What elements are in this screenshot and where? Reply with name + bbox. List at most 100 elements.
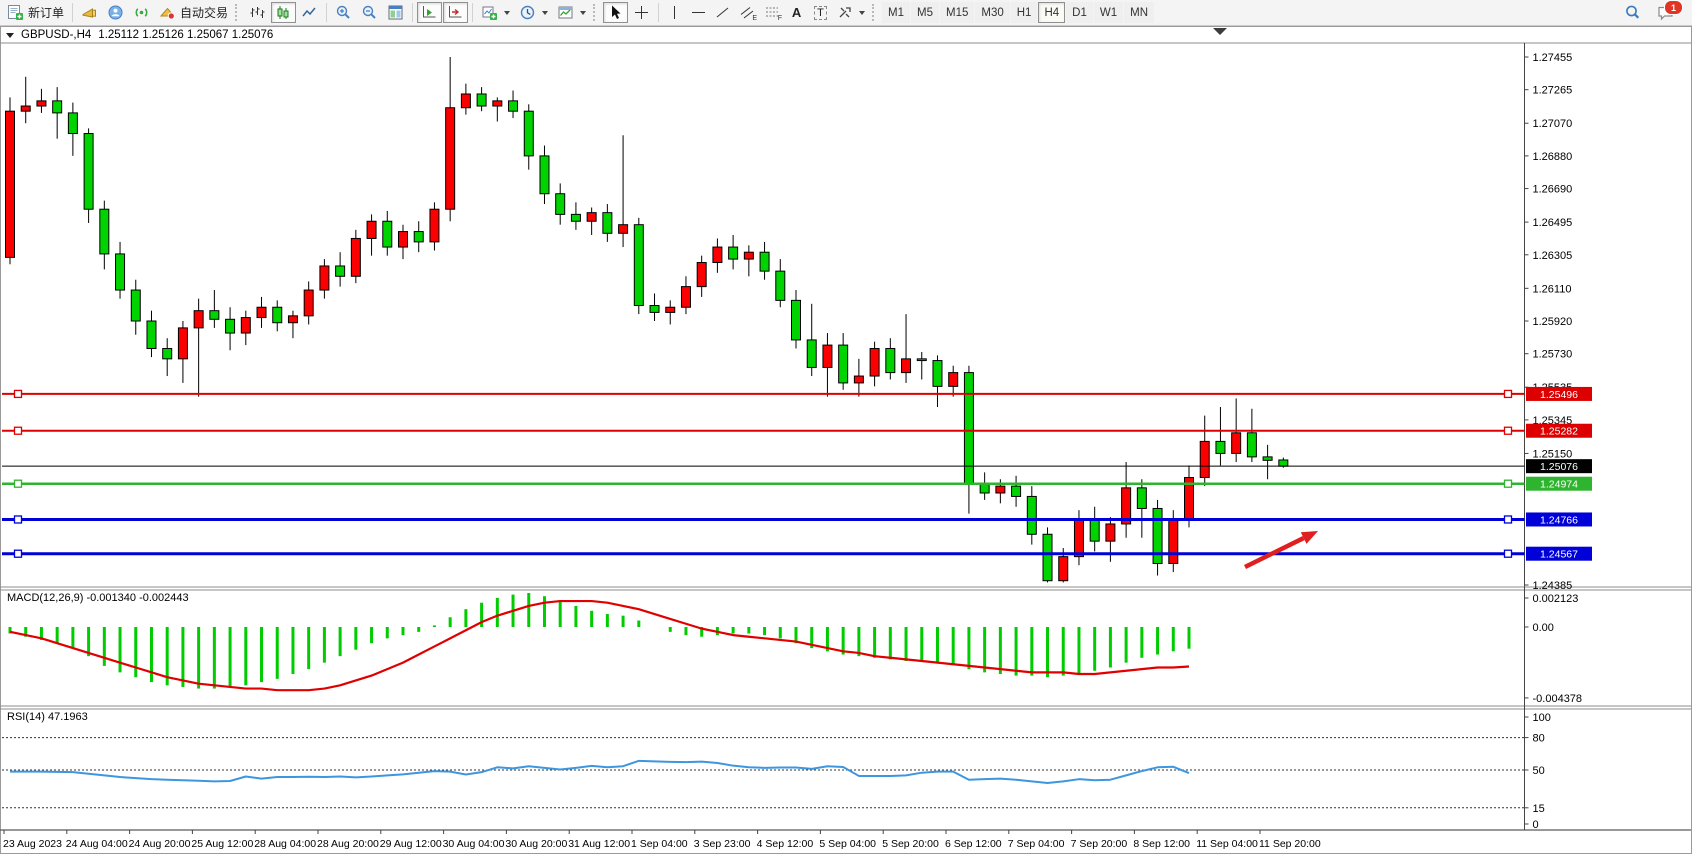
svg-text:30 Aug 20:00: 30 Aug 20:00 bbox=[505, 838, 567, 850]
svg-text:6 Sep 12:00: 6 Sep 12:00 bbox=[945, 838, 1002, 850]
svg-text:5 Sep 04:00: 5 Sep 04:00 bbox=[819, 838, 876, 850]
tab-timeframe-mn[interactable]: MN bbox=[1124, 2, 1154, 23]
rsi-line bbox=[10, 761, 1189, 783]
community-icon bbox=[107, 4, 124, 21]
svg-text:1.25150: 1.25150 bbox=[1533, 448, 1573, 460]
auto-trading-icon bbox=[159, 4, 176, 21]
community-button[interactable] bbox=[103, 2, 128, 23]
separator bbox=[472, 3, 473, 22]
svg-text:4 Sep 12:00: 4 Sep 12:00 bbox=[757, 838, 814, 850]
tab-timeframe-m15[interactable]: M15 bbox=[940, 2, 974, 23]
pane-borders bbox=[0, 43, 1691, 830]
trendline-icon bbox=[715, 4, 730, 21]
tab-timeframe-d1[interactable]: D1 bbox=[1066, 2, 1093, 23]
bar-chart-button[interactable] bbox=[245, 2, 270, 23]
chart-ohlc-quote: 1.25112 1.25126 1.25067 1.25076 bbox=[98, 29, 273, 41]
rsi-indicator-label: RSI(14) 47.1963 bbox=[7, 711, 88, 723]
svg-text:0: 0 bbox=[1533, 819, 1539, 831]
dropdown-caret-icon bbox=[580, 11, 586, 15]
time-axis: 23 Aug 202324 Aug 04:0024 Aug 20:0025 Au… bbox=[3, 830, 1321, 850]
text-label-tool-button[interactable]: T bbox=[809, 2, 832, 23]
svg-text:5 Sep 20:00: 5 Sep 20:00 bbox=[882, 838, 939, 850]
svg-text:24 Aug 04:00: 24 Aug 04:00 bbox=[66, 838, 128, 850]
auto-scroll-icon bbox=[421, 4, 438, 21]
dropdown-caret-icon bbox=[859, 11, 865, 15]
text-tool-icon: A bbox=[792, 5, 801, 20]
candles bbox=[6, 57, 1288, 582]
text-tool-button[interactable]: A bbox=[785, 2, 808, 23]
svg-text:25 Aug 12:00: 25 Aug 12:00 bbox=[191, 838, 253, 850]
svg-text:80: 80 bbox=[1533, 733, 1545, 745]
line-chart-button[interactable] bbox=[297, 2, 322, 23]
chart-canvas[interactable]: 1.274551.272651.270701.268801.266901.264… bbox=[0, 0, 1692, 854]
chart-shift-icon bbox=[447, 4, 464, 21]
auto-scroll-button[interactable] bbox=[417, 2, 442, 23]
separator bbox=[326, 3, 327, 22]
chart-shift-button[interactable] bbox=[443, 2, 468, 23]
vertical-line-tool-button[interactable] bbox=[663, 2, 686, 23]
crosshair-tool-button[interactable] bbox=[629, 2, 654, 23]
cursor-tool-button[interactable] bbox=[603, 2, 628, 23]
svg-text:1.27070: 1.27070 bbox=[1533, 118, 1573, 130]
horizontal-line-icon bbox=[691, 4, 706, 21]
svg-text:1.24567: 1.24567 bbox=[1540, 549, 1578, 561]
zoom-in-button[interactable] bbox=[331, 2, 356, 23]
svg-text:1.25920: 1.25920 bbox=[1533, 316, 1573, 328]
bar-chart-icon bbox=[249, 4, 266, 21]
periods-button[interactable] bbox=[515, 2, 552, 23]
toolbar-grip bbox=[872, 4, 877, 21]
toolbar-grip bbox=[593, 4, 598, 21]
tab-timeframe-m30[interactable]: M30 bbox=[975, 2, 1009, 23]
tab-timeframe-m5[interactable]: M5 bbox=[911, 2, 939, 23]
indicators-button[interactable] bbox=[477, 2, 514, 23]
fibonacci-tag: F bbox=[778, 15, 782, 22]
chat-button[interactable]: 1 bbox=[1652, 2, 1679, 23]
search-button[interactable] bbox=[1620, 2, 1646, 23]
new-order-label: 新订单 bbox=[28, 4, 64, 21]
price-axis-ticks: 1.274551.272651.270701.268801.266901.264… bbox=[1525, 52, 1573, 592]
toolbar-grip bbox=[235, 4, 240, 21]
svg-text:50: 50 bbox=[1533, 765, 1545, 777]
zoom-out-icon bbox=[361, 4, 378, 21]
svg-text:30 Aug 04:00: 30 Aug 04:00 bbox=[443, 838, 505, 850]
svg-text:28 Aug 04:00: 28 Aug 04:00 bbox=[254, 838, 316, 850]
svg-text:3 Sep 23:00: 3 Sep 23:00 bbox=[694, 838, 751, 850]
tab-timeframe-h1[interactable]: H1 bbox=[1011, 2, 1038, 23]
trendline-tool-button[interactable] bbox=[711, 2, 734, 23]
chart-menu-icon[interactable] bbox=[6, 33, 14, 38]
svg-text:7 Sep 20:00: 7 Sep 20:00 bbox=[1071, 838, 1128, 850]
megaphone-button[interactable] bbox=[77, 2, 102, 23]
candlestick-chart-button[interactable] bbox=[271, 2, 296, 23]
svg-text:0.002123: 0.002123 bbox=[1533, 593, 1579, 605]
tab-timeframe-w1[interactable]: W1 bbox=[1094, 2, 1123, 23]
dropdown-caret-icon bbox=[504, 11, 510, 15]
templates-button[interactable] bbox=[553, 2, 590, 23]
timeframe-group: M1M5M15M30H1H4D1W1MN bbox=[882, 2, 1154, 23]
chart-symbol-period: GBPUSD-,H4 bbox=[21, 29, 91, 41]
svg-text:1.24766: 1.24766 bbox=[1540, 514, 1578, 526]
tile-windows-button[interactable] bbox=[383, 2, 408, 23]
macd-signal-line bbox=[10, 601, 1189, 690]
arrow-annotation[interactable] bbox=[1245, 531, 1318, 567]
fibonacci-tool-button[interactable]: F bbox=[760, 2, 784, 23]
svg-text:29 Aug 12:00: 29 Aug 12:00 bbox=[380, 838, 442, 850]
tab-timeframe-m1[interactable]: M1 bbox=[882, 2, 910, 23]
horizontal-lines[interactable] bbox=[2, 390, 1525, 557]
tab-timeframe-h4[interactable]: H4 bbox=[1038, 2, 1065, 23]
horizontal-line-tool-button[interactable] bbox=[687, 2, 710, 23]
svg-text:24 Aug 20:00: 24 Aug 20:00 bbox=[129, 838, 191, 850]
new-order-button[interactable]: 新订单 bbox=[3, 2, 68, 23]
channel-tool-button[interactable]: E bbox=[735, 2, 759, 23]
auto-trading-button[interactable]: 自动交易 bbox=[155, 2, 232, 23]
arrows-tool-button[interactable] bbox=[833, 2, 869, 23]
svg-text:1.24974: 1.24974 bbox=[1540, 479, 1578, 491]
svg-text:11 Sep 20:00: 11 Sep 20:00 bbox=[1259, 838, 1321, 850]
svg-text:28 Aug 20:00: 28 Aug 20:00 bbox=[317, 838, 379, 850]
signals-button[interactable] bbox=[129, 2, 154, 23]
svg-text:31 Aug 12:00: 31 Aug 12:00 bbox=[568, 838, 630, 850]
zoom-out-button[interactable] bbox=[357, 2, 382, 23]
indicators-icon bbox=[481, 4, 498, 21]
svg-text:15: 15 bbox=[1533, 803, 1545, 815]
text-label-icon: T bbox=[814, 6, 827, 20]
svg-text:1.26690: 1.26690 bbox=[1533, 184, 1573, 196]
